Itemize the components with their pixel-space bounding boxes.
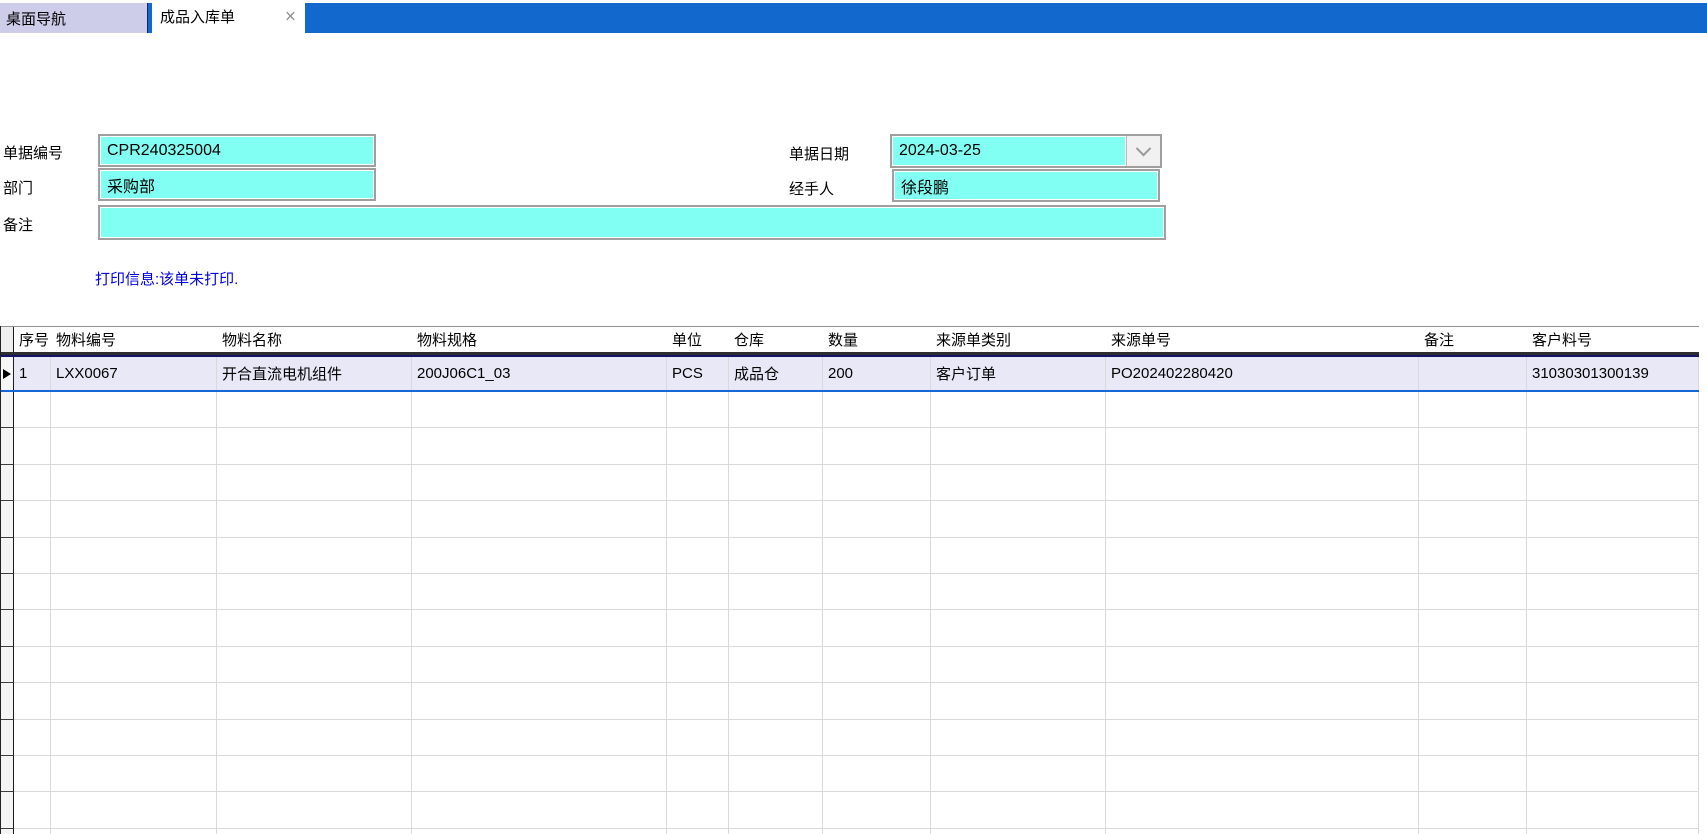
grid-empty-row[interactable] <box>1 464 1699 502</box>
grid-empty-row[interactable] <box>1 392 1699 429</box>
grid-header-row: 序号 物料编号 物料名称 物料规格 单位 仓库 数量 来源单类别 来源单号 备注… <box>1 326 1699 355</box>
grid-empty-row[interactable] <box>1 792 1699 829</box>
cell-source-doc-type[interactable]: 客户订单 <box>931 357 1106 390</box>
cell-material-name[interactable]: 开合直流电机组件 <box>217 357 412 390</box>
grid-empty-row[interactable] <box>1 683 1699 720</box>
cell-unit[interactable]: PCS <box>667 357 729 390</box>
header-material-no: 物料编号 <box>56 332 117 349</box>
row-selector-cell <box>1 537 14 574</box>
row-selector-cell <box>1 573 14 611</box>
header-warehouse: 仓库 <box>734 332 765 349</box>
doc-date-dropdown-button[interactable] <box>1126 136 1160 166</box>
remark-label: 备注 <box>3 217 34 234</box>
row-selector-cell <box>1 792 14 829</box>
cell-seq[interactable]: 1 <box>14 357 51 390</box>
doc-date-picker[interactable]: 2024-03-25 <box>890 134 1162 168</box>
doc-no-label: 单据编号 <box>3 145 64 162</box>
header-remark: 备注 <box>1424 332 1455 349</box>
row-selector-cell <box>1 392 14 429</box>
department-field[interactable]: 采购部 <box>98 168 376 201</box>
row-selector-header <box>1 327 14 352</box>
cell-warehouse[interactable]: 成品仓 <box>729 357 823 390</box>
row-selector-cell <box>1 683 14 720</box>
current-row-marker-cell[interactable] <box>1 357 14 390</box>
department-label: 部门 <box>3 180 34 197</box>
handler-field[interactable]: 徐段鹏 <box>892 169 1160 202</box>
row-selector-cell <box>1 610 14 647</box>
tab-bar: 桌面导航 成品入库单 × <box>0 0 1707 33</box>
grid-empty-row[interactable] <box>1 501 1699 538</box>
current-row-arrow-icon <box>3 368 11 379</box>
tab-finished-goods-receipt-label: 成品入库单 <box>160 9 236 26</box>
header-material-name: 物料名称 <box>222 332 283 349</box>
handler-label: 经手人 <box>789 181 835 198</box>
grid-empty-row[interactable] <box>1 537 1699 574</box>
grid-empty-row[interactable] <box>1 573 1699 611</box>
header-seq: 序号 <box>19 332 50 349</box>
row-selector-cell <box>1 464 14 502</box>
grid-empty-row[interactable] <box>1 428 1699 465</box>
cell-material-no[interactable]: LXX0067 <box>51 357 217 390</box>
grid-empty-row[interactable] <box>1 719 1699 756</box>
print-status-text: 打印信息:该单未打印. <box>95 271 239 288</box>
cell-remark[interactable] <box>1419 357 1527 390</box>
row-selector-cell <box>1 828 14 834</box>
cell-quantity[interactable]: 200 <box>823 357 931 390</box>
header-source-doc-no: 来源单号 <box>1111 332 1172 349</box>
doc-no-field[interactable]: CPR240325004 <box>98 134 376 167</box>
grid-row-selected[interactable]: 1 LXX0067 开合直流电机组件 200J06C1_03 PCS 成品仓 2… <box>1 355 1699 392</box>
tab-desktop-navigation-label: 桌面导航 <box>6 10 67 28</box>
cell-source-doc-no[interactable]: PO202402280420 <box>1106 357 1419 390</box>
grid-empty-row[interactable] <box>1 828 1699 834</box>
cell-material-spec[interactable]: 200J06C1_03 <box>412 357 667 390</box>
app-window: 桌面导航 成品入库单 × 单据编号 部门 备注 单据日期 经手人 CPR2403… <box>0 0 1707 834</box>
header-customer-part-no: 客户料号 <box>1532 332 1593 349</box>
chevron-down-icon <box>1135 140 1152 156</box>
doc-date-value[interactable]: 2024-03-25 <box>892 136 1126 166</box>
tab-desktop-navigation[interactable]: 桌面导航 <box>0 3 148 33</box>
header-source-doc-type: 来源单类别 <box>936 332 1012 349</box>
grid-empty-row[interactable] <box>1 646 1699 684</box>
row-selector-cell <box>1 755 14 793</box>
remark-field[interactable] <box>98 205 1166 240</box>
grid-empty-row[interactable] <box>1 755 1699 793</box>
cell-customer-part-no[interactable]: 31030301300139 <box>1527 357 1699 390</box>
grid-empty-rows <box>1 392 1699 834</box>
row-selector-cell <box>1 501 14 538</box>
header-quantity: 数量 <box>828 332 859 349</box>
row-selector-cell <box>1 646 14 684</box>
tab-finished-goods-receipt[interactable]: 成品入库单 × <box>152 0 305 33</box>
close-tab-icon[interactable]: × <box>285 7 296 26</box>
row-selector-cell <box>1 719 14 756</box>
header-unit: 单位 <box>672 332 703 349</box>
row-selector-cell <box>1 428 14 465</box>
grid-empty-row[interactable] <box>1 610 1699 647</box>
doc-date-label: 单据日期 <box>789 146 850 163</box>
detail-grid: 序号 物料编号 物料名称 物料规格 单位 仓库 数量 来源单类别 来源单号 备注… <box>0 326 1699 834</box>
header-material-spec: 物料规格 <box>417 332 478 349</box>
